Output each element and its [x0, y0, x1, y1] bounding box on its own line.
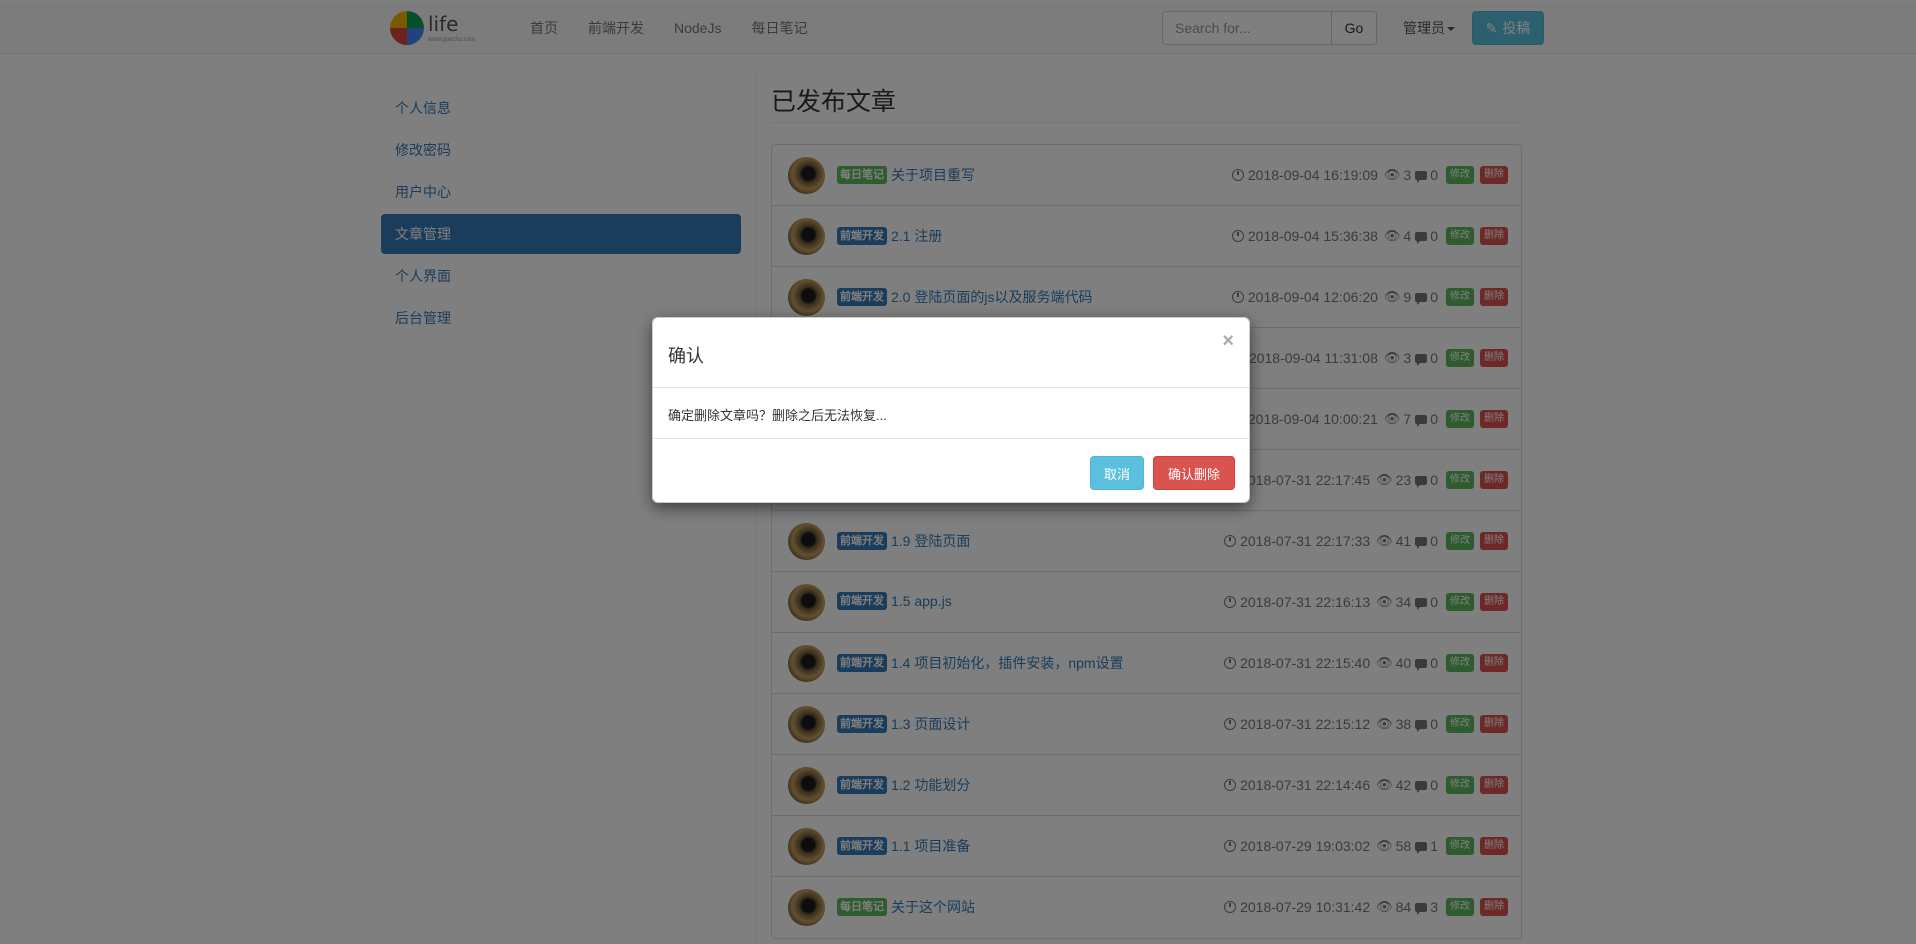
close-icon[interactable]: ×: [1222, 330, 1234, 353]
cancel-button[interactable]: 取消: [1090, 456, 1144, 490]
modal-title: 确认: [668, 346, 704, 366]
confirm-delete-modal: 确认 × 确定删除文章吗？删除之后无法恢复... 取消 确认删除: [652, 317, 1250, 503]
modal-message: 确定删除文章吗？删除之后无法恢复...: [668, 408, 887, 423]
confirm-delete-button[interactable]: 确认删除: [1153, 456, 1235, 490]
